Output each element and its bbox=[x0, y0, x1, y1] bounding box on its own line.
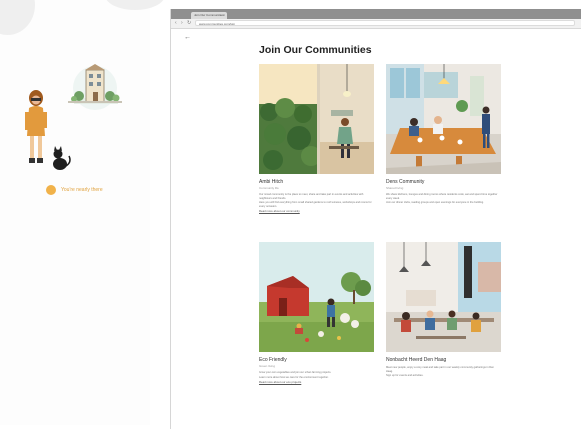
card-description: Grow your own vegetables and join our ur… bbox=[259, 371, 374, 379]
community-image-farm bbox=[259, 242, 374, 352]
progress-dot-icon bbox=[46, 185, 56, 195]
card-description: We share kitchens, lounges and dining ro… bbox=[386, 193, 501, 205]
card-title: Nonbacht Heerd Den Haag bbox=[386, 357, 447, 363]
community-image-dining bbox=[386, 64, 501, 174]
card-title: Dens Community bbox=[386, 179, 425, 185]
card-read-more-link[interactable]: Read more about our community bbox=[259, 209, 374, 213]
progress-text: You're nearly there bbox=[61, 187, 103, 193]
community-card[interactable]: Eco Friendly Green living Grow your own … bbox=[259, 242, 374, 384]
browser-tab[interactable]: Join Our Communities × bbox=[191, 12, 227, 19]
progress-indicator: You're nearly there bbox=[46, 184, 103, 196]
decorative-blob bbox=[105, 0, 165, 10]
card-description: Meet new people, enjoy a cosy meal and t… bbox=[386, 366, 501, 378]
card-title: Ambi Hitch bbox=[259, 179, 284, 185]
reload-icon[interactable]: ↻ bbox=[187, 20, 191, 27]
card-subtitle: Shared living bbox=[386, 186, 404, 190]
community-image-gathering bbox=[386, 242, 501, 352]
card-paragraph: Our mixed community is the place to meet… bbox=[259, 193, 364, 200]
card-paragraph: Meet new people, enjoy a cosy meal and t… bbox=[386, 366, 494, 373]
card-paragraph: Sign up for events and activities. bbox=[386, 374, 424, 377]
person-with-cat-illustration bbox=[24, 88, 72, 176]
page-title: Join Our Communities bbox=[259, 44, 372, 56]
card-paragraph: Join our dinner clubs, reading groups an… bbox=[386, 201, 484, 204]
card-read-more-link[interactable]: Read more about our eco projects bbox=[259, 380, 374, 384]
card-subtitle: Green living bbox=[259, 364, 276, 368]
card-paragraph: Grow your own vegetables and join our ur… bbox=[259, 371, 332, 374]
community-card[interactable]: Nonbacht Heerd Den Haag Meet new people,… bbox=[386, 242, 501, 379]
forward-nav-icon[interactable]: › bbox=[181, 20, 183, 27]
card-subtitle: Community life bbox=[259, 186, 279, 190]
back-arrow-icon[interactable]: ← bbox=[184, 34, 191, 41]
card-paragraph: We share kitchens, lounges and dining ro… bbox=[386, 193, 498, 200]
browser-window: Join Our Communities × ‹ › ↻ www.communi… bbox=[170, 9, 581, 429]
close-tab-icon[interactable]: × bbox=[223, 12, 225, 19]
back-nav-icon[interactable]: ‹ bbox=[175, 20, 177, 27]
address-bar: ‹ › ↻ www.communities.com/join bbox=[171, 19, 581, 29]
house-illustration bbox=[64, 60, 126, 112]
decorative-blob bbox=[0, 0, 35, 35]
card-title: Eco Friendly bbox=[259, 357, 287, 363]
community-card[interactable]: Ambi Hitch Community life Our mixed comm… bbox=[259, 64, 374, 213]
url-input[interactable]: www.communities.com/join bbox=[195, 20, 575, 26]
card-paragraph: Learn more about how we care for the env… bbox=[259, 375, 329, 379]
browser-titlebar: Join Our Communities × bbox=[171, 9, 581, 19]
tab-title: Join Our Communities bbox=[194, 13, 224, 17]
community-card[interactable]: Dens Community Shared living We share ki… bbox=[386, 64, 501, 206]
card-description: Our mixed community is the place to meet… bbox=[259, 193, 374, 208]
community-image-forest bbox=[259, 64, 374, 174]
onboarding-panel: You're nearly there bbox=[0, 0, 165, 425]
card-paragraph: Here you will find everything from small… bbox=[259, 201, 372, 208]
